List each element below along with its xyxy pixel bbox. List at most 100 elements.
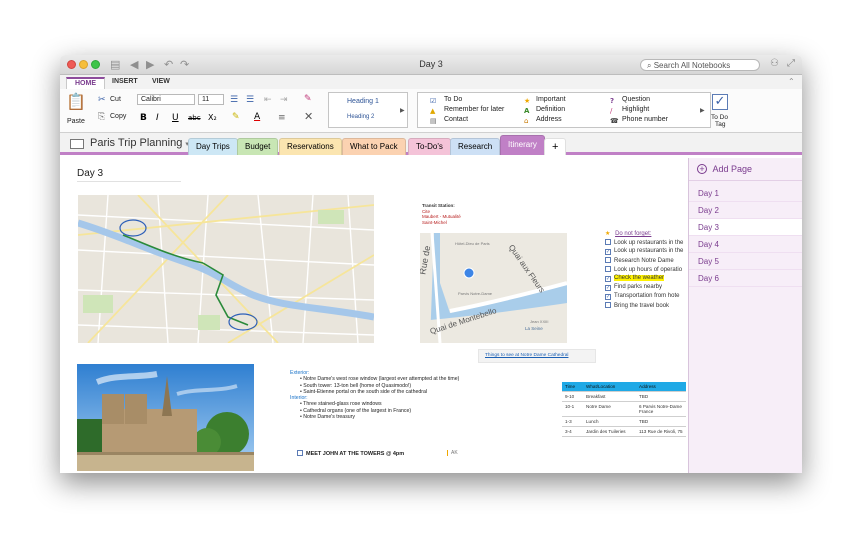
style-heading-1[interactable]: Heading 1 — [347, 98, 379, 105]
underline-icon[interactable]: U — [172, 113, 179, 123]
tag-phone-number[interactable]: Phone number — [622, 116, 668, 123]
table-row[interactable]: 1-3 Lunch TBD — [562, 416, 686, 427]
align-icon[interactable]: ≡ — [278, 113, 286, 123]
strikethrough-icon[interactable]: abc — [188, 113, 201, 123]
checkbox-icon[interactable] — [605, 266, 611, 272]
indent-icon[interactable]: ⇥ — [280, 95, 288, 105]
paste-button[interactable]: Paste — [67, 118, 85, 125]
checkbox-icon[interactable] — [297, 450, 303, 456]
tags-gallery[interactable]: ☑ To Do ▲ Remember for later ▤ Contact ★… — [417, 92, 711, 128]
tag-question[interactable]: Question — [622, 96, 650, 103]
tag-definition[interactable]: Definition — [536, 106, 565, 113]
font-color-icon[interactable]: A — [254, 112, 260, 122]
meet-john-todo[interactable]: MEET JOHN AT THE TOWERS @ 4pm — [297, 450, 404, 457]
tab-day-trips[interactable]: Day Trips — [188, 138, 238, 155]
tab-insert[interactable]: INSERT — [104, 77, 146, 89]
checklist-item[interactable]: Look up hours of operatio — [605, 266, 682, 273]
table-header-cell: Address — [636, 382, 686, 392]
checkbox-checked-icon[interactable]: ✓ — [605, 276, 611, 282]
tag-address[interactable]: Address — [536, 116, 562, 123]
page-item-day-1[interactable]: Day 1 — [689, 185, 802, 202]
checkbox-checked-icon[interactable]: ✓ — [605, 249, 611, 255]
add-page-button[interactable]: + Add Page — [697, 164, 752, 174]
search-input[interactable]: ⌕ Search All Notebooks — [640, 59, 760, 71]
table-cell: 3-4 — [562, 426, 583, 437]
checkbox-icon[interactable] — [605, 302, 611, 308]
checkbox-icon[interactable] — [605, 239, 611, 245]
bullets-icon[interactable]: ☰ — [230, 95, 238, 105]
styles-more-icon[interactable]: ▶ — [400, 106, 405, 116]
checklist-item[interactable]: ✓ Check the weather — [605, 275, 665, 282]
page-item-day-6[interactable]: Day 6 — [689, 270, 802, 287]
checklist-item[interactable]: Research Notre Dame — [605, 257, 674, 264]
tab-itinerary[interactable]: Itinerary — [500, 135, 545, 155]
erase-icon[interactable]: ✕ — [304, 111, 313, 122]
numbering-icon[interactable]: ☰ — [246, 95, 254, 105]
dont-forget-heading[interactable]: ★ Do not forget: — [605, 230, 651, 237]
add-section-button[interactable]: + — [544, 138, 567, 155]
font-name-select[interactable]: Calibri — [137, 94, 195, 105]
page-canvas[interactable]: Day 3 Transit Station: Cite Maubert - Mu… — [60, 158, 688, 473]
paste-icon[interactable]: 📋 — [66, 93, 86, 111]
checklist-item[interactable]: Look up restaurants in the — [605, 239, 683, 246]
contact-icon: ▤ — [430, 117, 437, 125]
table-header-row: Time What/Location Address — [562, 382, 686, 392]
todo-tag-label-1[interactable]: To Do — [711, 114, 728, 121]
cut-icon[interactable]: ✂ — [98, 95, 106, 105]
tab-what-to-pack[interactable]: What to Pack — [342, 138, 406, 155]
tab-view[interactable]: VIEW — [144, 77, 178, 89]
fullscreen-icon[interactable]: ⤢ — [787, 58, 795, 69]
page-item-day-5[interactable]: Day 5 — [689, 253, 802, 270]
tag-contact[interactable]: Contact — [444, 116, 468, 123]
checkbox-icon[interactable] — [605, 257, 611, 263]
collapse-ribbon-icon[interactable]: ⌃ — [788, 77, 795, 87]
tags-more-icon[interactable]: ▶ — [700, 106, 705, 116]
todo-tag-icon[interactable]: ✓ — [712, 94, 728, 110]
tab-research[interactable]: Research — [450, 138, 501, 155]
page-item-day-3[interactable]: Day 3 — [689, 219, 802, 236]
schedule-table[interactable]: Time What/Location Address 9-10 Breakfas… — [562, 382, 686, 437]
italic-icon[interactable]: I — [156, 113, 159, 123]
table-row[interactable]: 3-4 Jardin des Tuileries 113 Rue de Rivo… — [562, 426, 686, 437]
table-row[interactable]: 10-1 Notre Dame 6 Parvis Notre-Dame Fran… — [562, 401, 686, 417]
tag-important[interactable]: Important — [536, 96, 566, 103]
tab-budget[interactable]: Budget — [237, 138, 279, 155]
cathedral-notes[interactable]: Exterior: • Notre Dame's west rose windo… — [290, 370, 470, 420]
clear-formatting-icon[interactable]: ✎ — [304, 94, 312, 104]
copy-button[interactable]: Copy — [110, 113, 126, 120]
outdent-icon[interactable]: ⇤ — [264, 95, 272, 105]
page-item-day-2[interactable]: Day 2 — [689, 202, 802, 219]
table-row[interactable]: 9-10 Breakfast TBD — [562, 391, 686, 402]
highlight-color-icon[interactable]: ✎ — [232, 112, 240, 122]
link-note-container: Things to see at Notre Dame Cathedral — [478, 349, 596, 363]
style-heading-2[interactable]: Heading 2 — [347, 114, 374, 120]
page-title[interactable]: Day 3 — [77, 168, 103, 179]
todo-tag-label-2[interactable]: Tag — [715, 121, 725, 128]
subscript-icon[interactable]: X₂ — [208, 113, 217, 123]
page-item-day-4[interactable]: Day 4 — [689, 236, 802, 253]
checklist-item[interactable]: ✓ Look up restaurants in the — [605, 248, 683, 255]
font-size-select[interactable]: 11 — [198, 94, 224, 105]
notebook-name[interactable]: Paris Trip Planning ▾ — [90, 137, 189, 149]
tab-reservations[interactable]: Reservations — [279, 138, 342, 155]
tag-remember[interactable]: Remember for later — [444, 106, 504, 113]
styles-gallery[interactable]: Heading 1 Heading 2 ▶ — [328, 92, 408, 128]
tab-home[interactable]: HOME — [66, 77, 105, 89]
checkbox-checked-icon[interactable]: ✓ — [605, 294, 611, 300]
cut-button[interactable]: Cut — [110, 96, 121, 103]
transit-station-block[interactable]: Transit Station: Cite Maubert - Mutualit… — [422, 203, 482, 225]
notebook-icon[interactable] — [70, 139, 84, 149]
copy-icon[interactable]: ⎘ — [98, 112, 105, 122]
search-placeholder: Search All Notebooks — [653, 61, 731, 70]
checklist-item[interactable]: Bring the travel book — [605, 302, 669, 309]
share-icon[interactable]: ⚇ — [770, 58, 779, 69]
star-icon: ★ — [605, 231, 611, 237]
tag-highlight[interactable]: Highlight — [622, 106, 649, 113]
bold-icon[interactable]: B — [140, 113, 147, 123]
tag-todo[interactable]: To Do — [444, 96, 462, 103]
checklist-item[interactable]: ✓ Transportation from hote — [605, 293, 679, 300]
tab-todos[interactable]: To-Do's — [408, 138, 451, 155]
checklist-item[interactable]: ✓ Find parks nearby — [605, 284, 662, 291]
checkbox-checked-icon[interactable]: ✓ — [605, 285, 611, 291]
notre-dame-link[interactable]: Things to see at Notre Dame Cathedral — [485, 353, 568, 358]
